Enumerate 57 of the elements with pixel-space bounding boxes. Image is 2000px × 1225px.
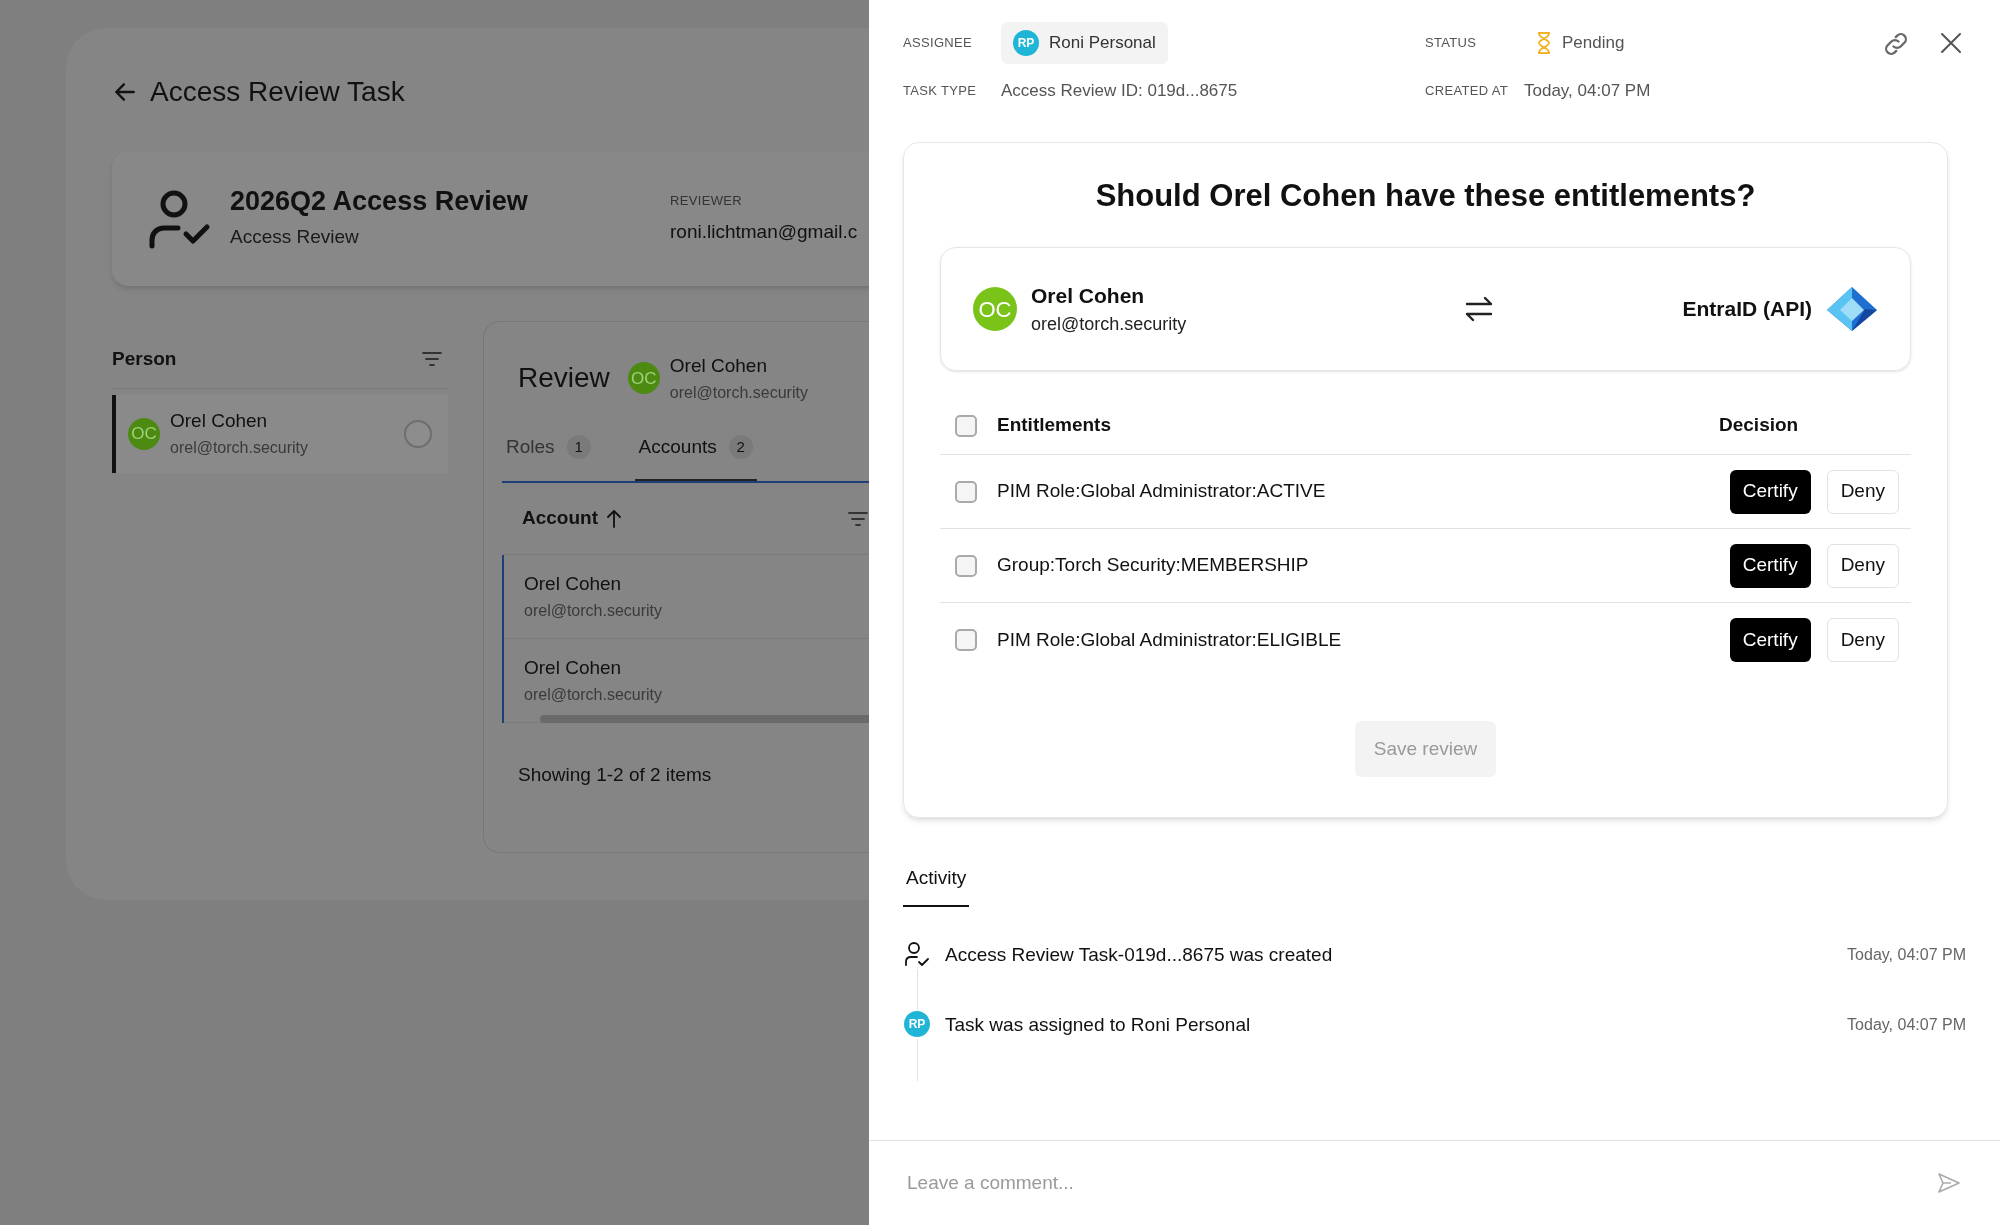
field-label: STATUS [1425,34,1478,53]
person-row[interactable]: OC Orel Cohen orel@torch.security [112,394,448,473]
deny-button[interactable]: Deny [1826,543,1899,588]
avatar: RP [1013,30,1039,56]
avatar: OC [128,417,160,450]
field-label: CREATED AT [1425,82,1509,100]
field-label: TASK TYPE [903,82,978,100]
reviewer-email: roni.lichtman@gmail.c [670,220,858,244]
comment-field[interactable]: Leave a comment... [907,1168,1936,1198]
field-label: ASSIGNEE [903,34,974,53]
column-header[interactable]: Account [522,504,598,533]
review-subtitle: Access Review [230,225,360,250]
deny-button[interactable]: Deny [1826,469,1899,514]
account-email: orel@torch.security [524,684,664,705]
identity-name: Orel Cohen [1031,282,1146,309]
deny-button[interactable]: Deny [1826,618,1899,662]
avatar: OC [627,362,660,395]
count-badge: 2 [728,434,753,459]
entitlement-name: PIM Role:Global Administrator:ELIGIBLE [997,627,1342,652]
pagination-text: Showing 1-2 of 2 items [518,763,713,787]
identity-email: orel@torch.security [1031,313,1188,337]
activity-text: Task was assigned to Roni Personal [945,1012,1251,1037]
review-title: 2026Q2 Access Review [230,185,529,219]
account-name: Orel Cohen [524,656,623,681]
page-title: Access Review Task [150,78,405,106]
count-badge: 1 [566,434,591,459]
assignee-name: Roni Personal [1049,32,1156,55]
account-name: Orel Cohen [524,572,623,597]
certify-button[interactable]: Certify [1729,618,1811,662]
column-header: Decision [1719,413,1800,438]
created-at: Today, 04:07 PM [1524,80,1651,102]
avatar: OC [973,287,1017,331]
tab[interactable]: Activity [903,864,970,907]
certify-button[interactable]: Certify [1729,543,1811,588]
tab[interactable]: Roles 1 [502,426,595,481]
account-email: orel@torch.security [524,600,664,621]
tab[interactable]: Accounts 2 [634,426,757,481]
status-value: Pending [1562,32,1625,55]
question-heading: Should Orel Cohen have these entitlements? [1094,176,1757,215]
entitlement-name: PIM Role:Global Administrator:ACTIVE [997,479,1326,504]
task-type: Access Review ID: 019d...8675 [1001,80,1238,102]
column-header: Entitlements [997,413,1112,438]
assignee-chip[interactable]: RP Roni Personal [1001,22,1168,64]
panel-heading: Review [518,361,610,396]
person-name: Orel Cohen [669,354,768,378]
panel-heading: Person [112,347,177,371]
person-email: orel@torch.security [669,382,808,403]
person-email: orel@torch.security [170,437,310,458]
certify-button[interactable]: Certify [1729,469,1811,514]
entitlement-name: Group:Torch Security:MEMBERSHIP [997,553,1309,578]
application-name: EntraID (API) [1682,296,1812,323]
reviewer-label: REVIEWER [670,191,743,210]
person-name: Orel Cohen [170,409,269,434]
avatar: RP [904,1010,930,1037]
activity-time: Today, 04:07 PM [1847,1014,1966,1035]
activity-time: Today, 04:07 PM [1847,944,1966,965]
activity-text: Access Review Task-019d...8675 was created [945,942,1333,967]
